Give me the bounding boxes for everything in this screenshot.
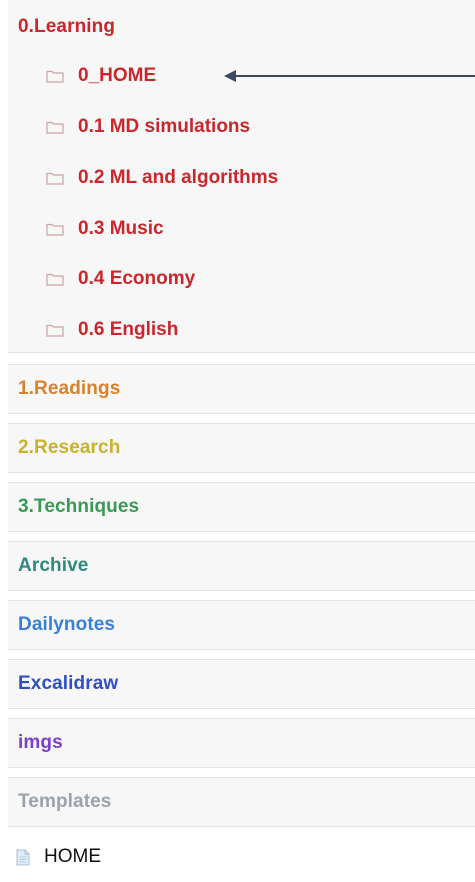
subfolder-label: 0.2 ML and algorithms bbox=[78, 167, 279, 188]
folder-excalidraw[interactable]: Excalidraw bbox=[8, 659, 475, 709]
folder-techniques[interactable]: 3.Techniques bbox=[8, 482, 475, 532]
file-label: HOME bbox=[44, 846, 101, 867]
folder-readings[interactable]: 1.Readings bbox=[8, 364, 475, 414]
subfolder-english[interactable]: 0.6 English bbox=[46, 315, 178, 345]
folder-label: 1.Readings bbox=[18, 378, 121, 399]
folder-archive[interactable]: Archive bbox=[8, 541, 475, 591]
subfolder-label: 0_HOME bbox=[78, 65, 157, 86]
folder-label: Excalidraw bbox=[18, 673, 119, 694]
subfolder-economy[interactable]: 0.4 Economy bbox=[46, 264, 195, 294]
folder-icon bbox=[46, 222, 64, 236]
folder-icon bbox=[46, 272, 64, 286]
folder-label: Dailynotes bbox=[18, 614, 116, 635]
subfolder-home[interactable]: 0_HOME bbox=[46, 61, 156, 91]
subfolder-music[interactable]: 0.3 Music bbox=[46, 214, 164, 244]
folder-label: 2.Research bbox=[18, 437, 121, 458]
folder-learning[interactable]: 0.Learning bbox=[8, 12, 475, 42]
folder-label: Archive bbox=[18, 555, 89, 576]
file-explorer: 0.Learning 0_HOME 0.1 MD simulations 0.2… bbox=[0, 0, 475, 882]
folder-label: 3.Techniques bbox=[18, 496, 140, 517]
subfolder-label: 0.6 English bbox=[78, 319, 179, 340]
subfolder-label: 0.1 MD simulations bbox=[78, 116, 251, 137]
folder-research[interactable]: 2.Research bbox=[8, 423, 475, 473]
folder-section-learning: 0.Learning 0_HOME 0.1 MD simulations 0.2… bbox=[8, 0, 475, 353]
folder-imgs[interactable]: imgs bbox=[8, 718, 475, 768]
folder-icon bbox=[46, 171, 64, 185]
subfolder-label: 0.4 Economy bbox=[78, 268, 196, 289]
folder-label: imgs bbox=[18, 732, 63, 753]
folder-label: Templates bbox=[18, 791, 112, 812]
folder-icon bbox=[46, 69, 64, 83]
subfolder-ml-algorithms[interactable]: 0.2 ML and algorithms bbox=[46, 163, 278, 193]
folder-dailynotes[interactable]: Dailynotes bbox=[8, 600, 475, 650]
file-home[interactable]: HOME bbox=[8, 833, 475, 881]
folder-icon bbox=[46, 120, 64, 134]
folder-templates[interactable]: Templates bbox=[8, 777, 475, 827]
folder-label: 0.Learning bbox=[18, 16, 116, 37]
folder-icon bbox=[46, 323, 64, 337]
annotation-arrow-icon bbox=[224, 70, 475, 82]
subfolder-label: 0.3 Music bbox=[78, 218, 164, 239]
subfolder-md-simulations[interactable]: 0.1 MD simulations bbox=[46, 112, 250, 142]
file-icon bbox=[16, 849, 30, 866]
